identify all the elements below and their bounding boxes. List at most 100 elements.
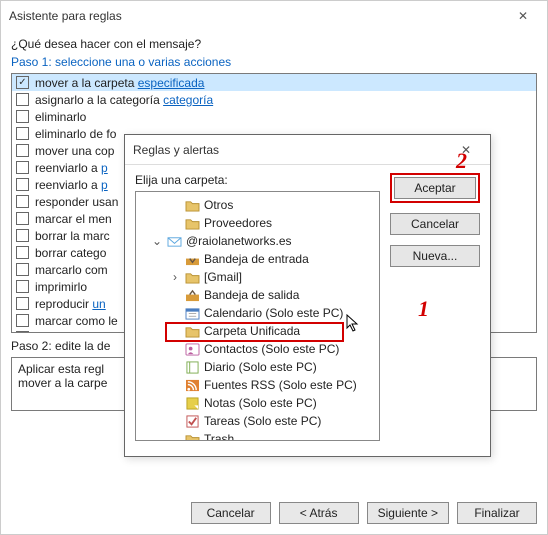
- checkbox-icon[interactable]: [16, 331, 29, 333]
- contacts-icon: [184, 342, 200, 356]
- folder-icon: [184, 432, 200, 441]
- wizard-title: Asistente para reglas: [9, 1, 122, 31]
- folder-icon: [184, 324, 200, 338]
- tree-item-label: Proveedores: [204, 216, 272, 230]
- tree-item[interactable]: Calendario (Solo este PC): [138, 304, 377, 322]
- checkbox-icon[interactable]: [16, 314, 29, 327]
- tree-item-label: Bandeja de entrada: [204, 252, 309, 266]
- action-label: reenviarlo a p: [35, 161, 108, 175]
- action-label: borrar catego: [35, 246, 106, 260]
- action-label: eliminarlo: [35, 110, 86, 124]
- new-folder-button[interactable]: Nueva...: [390, 245, 480, 267]
- checkbox-icon[interactable]: [16, 161, 29, 174]
- tree-item[interactable]: Tareas (Solo este PC): [138, 412, 377, 430]
- inbox-icon: [184, 252, 200, 266]
- checkbox-icon[interactable]: [16, 280, 29, 293]
- dialog-button-column: Aceptar Cancelar Nueva...: [390, 173, 480, 441]
- tree-item-label: Fuentes RSS (Solo este PC): [204, 378, 357, 392]
- tree-item[interactable]: ⌄ @raiolanetworks.es: [138, 232, 377, 250]
- tree-item-label: Bandeja de salida: [204, 288, 299, 302]
- annotation-highlight-accept: Aceptar: [390, 173, 480, 203]
- action-link[interactable]: especificada: [138, 76, 205, 90]
- tree-item-label: [Gmail]: [204, 270, 242, 284]
- checkbox-icon[interactable]: [16, 195, 29, 208]
- action-label: reproducir un: [35, 297, 106, 311]
- checkbox-icon[interactable]: [16, 127, 29, 140]
- action-link[interactable]: categoría: [163, 93, 213, 107]
- tree-item[interactable]: › [Gmail]: [138, 268, 377, 286]
- wizard-button-bar: Cancelar < Atrás Siguiente > Finalizar: [191, 502, 537, 524]
- tasks-icon: [184, 414, 200, 428]
- action-link[interactable]: p: [101, 161, 108, 175]
- checkbox-icon[interactable]: [16, 246, 29, 259]
- action-link[interactable]: un: [92, 297, 105, 311]
- checkbox-icon[interactable]: ✓: [16, 76, 29, 89]
- tree-item[interactable]: Diario (Solo este PC): [138, 358, 377, 376]
- action-label: marcar el men: [35, 212, 112, 226]
- calendar-icon: [184, 306, 200, 320]
- back-button[interactable]: < Atrás: [279, 502, 359, 524]
- tree-item[interactable]: Bandeja de entrada: [138, 250, 377, 268]
- cancel-button[interactable]: Cancelar: [390, 213, 480, 235]
- chevron-down-icon[interactable]: ⌄: [150, 234, 164, 248]
- folder-icon: [184, 270, 200, 284]
- tree-item-label: Otros: [204, 198, 233, 212]
- tree-item-label: Notas (Solo este PC): [204, 396, 317, 410]
- wizard-question: ¿Qué desea hacer con el mensaje?: [11, 31, 537, 51]
- action-label: marcar como le: [35, 314, 118, 328]
- close-icon[interactable]: ✕: [507, 2, 539, 30]
- tree-item[interactable]: Fuentes RSS (Solo este PC): [138, 376, 377, 394]
- tree-item[interactable]: Proveedores: [138, 214, 377, 232]
- checkbox-icon[interactable]: [16, 212, 29, 225]
- tree-item[interactable]: Contactos (Solo este PC): [138, 340, 377, 358]
- dialog-titlebar: Reglas y alertas ✕: [125, 135, 490, 165]
- action-label: detener el pro: [35, 331, 109, 334]
- tree-item-label: @raiolanetworks.es: [186, 234, 292, 248]
- action-label: asignarlo a la categoría categoría: [35, 93, 213, 107]
- checkbox-icon[interactable]: [16, 229, 29, 242]
- rss-icon: [184, 378, 200, 392]
- journal-icon: [184, 360, 200, 374]
- tree-item-label: Diario (Solo este PC): [204, 360, 317, 374]
- wizard-titlebar: Asistente para reglas ✕: [1, 1, 547, 31]
- tree-item[interactable]: Carpeta Unificada: [138, 322, 377, 340]
- checkbox-icon[interactable]: [16, 263, 29, 276]
- action-label: borrar la marc: [35, 229, 110, 243]
- tree-item-label: Tareas (Solo este PC): [204, 414, 321, 428]
- action-row[interactable]: ✓ mover a la carpeta especificada: [12, 74, 536, 91]
- checkbox-icon[interactable]: [16, 297, 29, 310]
- checkbox-icon[interactable]: [16, 178, 29, 191]
- action-row[interactable]: eliminarlo: [12, 108, 536, 125]
- action-label: imprimirlo: [35, 280, 87, 294]
- action-label: marcarlo com: [35, 263, 108, 277]
- folder-icon: [184, 198, 200, 212]
- close-icon[interactable]: ✕: [450, 136, 482, 164]
- folder-picker-dialog: Reglas y alertas ✕ Elija una carpeta: Ot…: [124, 134, 491, 457]
- checkbox-icon[interactable]: [16, 110, 29, 123]
- dialog-prompt: Elija una carpeta:: [135, 173, 380, 187]
- tree-item[interactable]: Bandeja de salida: [138, 286, 377, 304]
- cancel-button[interactable]: Cancelar: [191, 502, 271, 524]
- action-label: mover a la carpeta especificada: [35, 76, 204, 90]
- folder-icon: [184, 216, 200, 230]
- action-label: eliminarlo de fo: [35, 127, 116, 141]
- tree-item-label: Carpeta Unificada: [204, 324, 300, 338]
- action-link[interactable]: p: [101, 178, 108, 192]
- tree-item[interactable]: Otros: [138, 196, 377, 214]
- tree-item[interactable]: Notas (Solo este PC): [138, 394, 377, 412]
- finish-button[interactable]: Finalizar: [457, 502, 537, 524]
- tree-item[interactable]: Trash: [138, 430, 377, 441]
- action-label: mover una cop: [35, 144, 114, 158]
- chevron-right-icon[interactable]: ›: [168, 270, 182, 284]
- checkbox-icon[interactable]: [16, 144, 29, 157]
- checkbox-icon[interactable]: [16, 93, 29, 106]
- ok-button[interactable]: Aceptar: [394, 177, 476, 199]
- notes-icon: [184, 396, 200, 410]
- action-label: responder usan: [35, 195, 118, 209]
- action-label: reenviarlo a p: [35, 178, 108, 192]
- mailbox-icon: [166, 234, 182, 248]
- folder-tree[interactable]: Otros Proveedores ⌄ @raiolanetworks.es Bande…: [135, 191, 380, 441]
- action-row[interactable]: asignarlo a la categoría categoría: [12, 91, 536, 108]
- dialog-title: Reglas y alertas: [133, 135, 219, 165]
- next-button[interactable]: Siguiente >: [367, 502, 449, 524]
